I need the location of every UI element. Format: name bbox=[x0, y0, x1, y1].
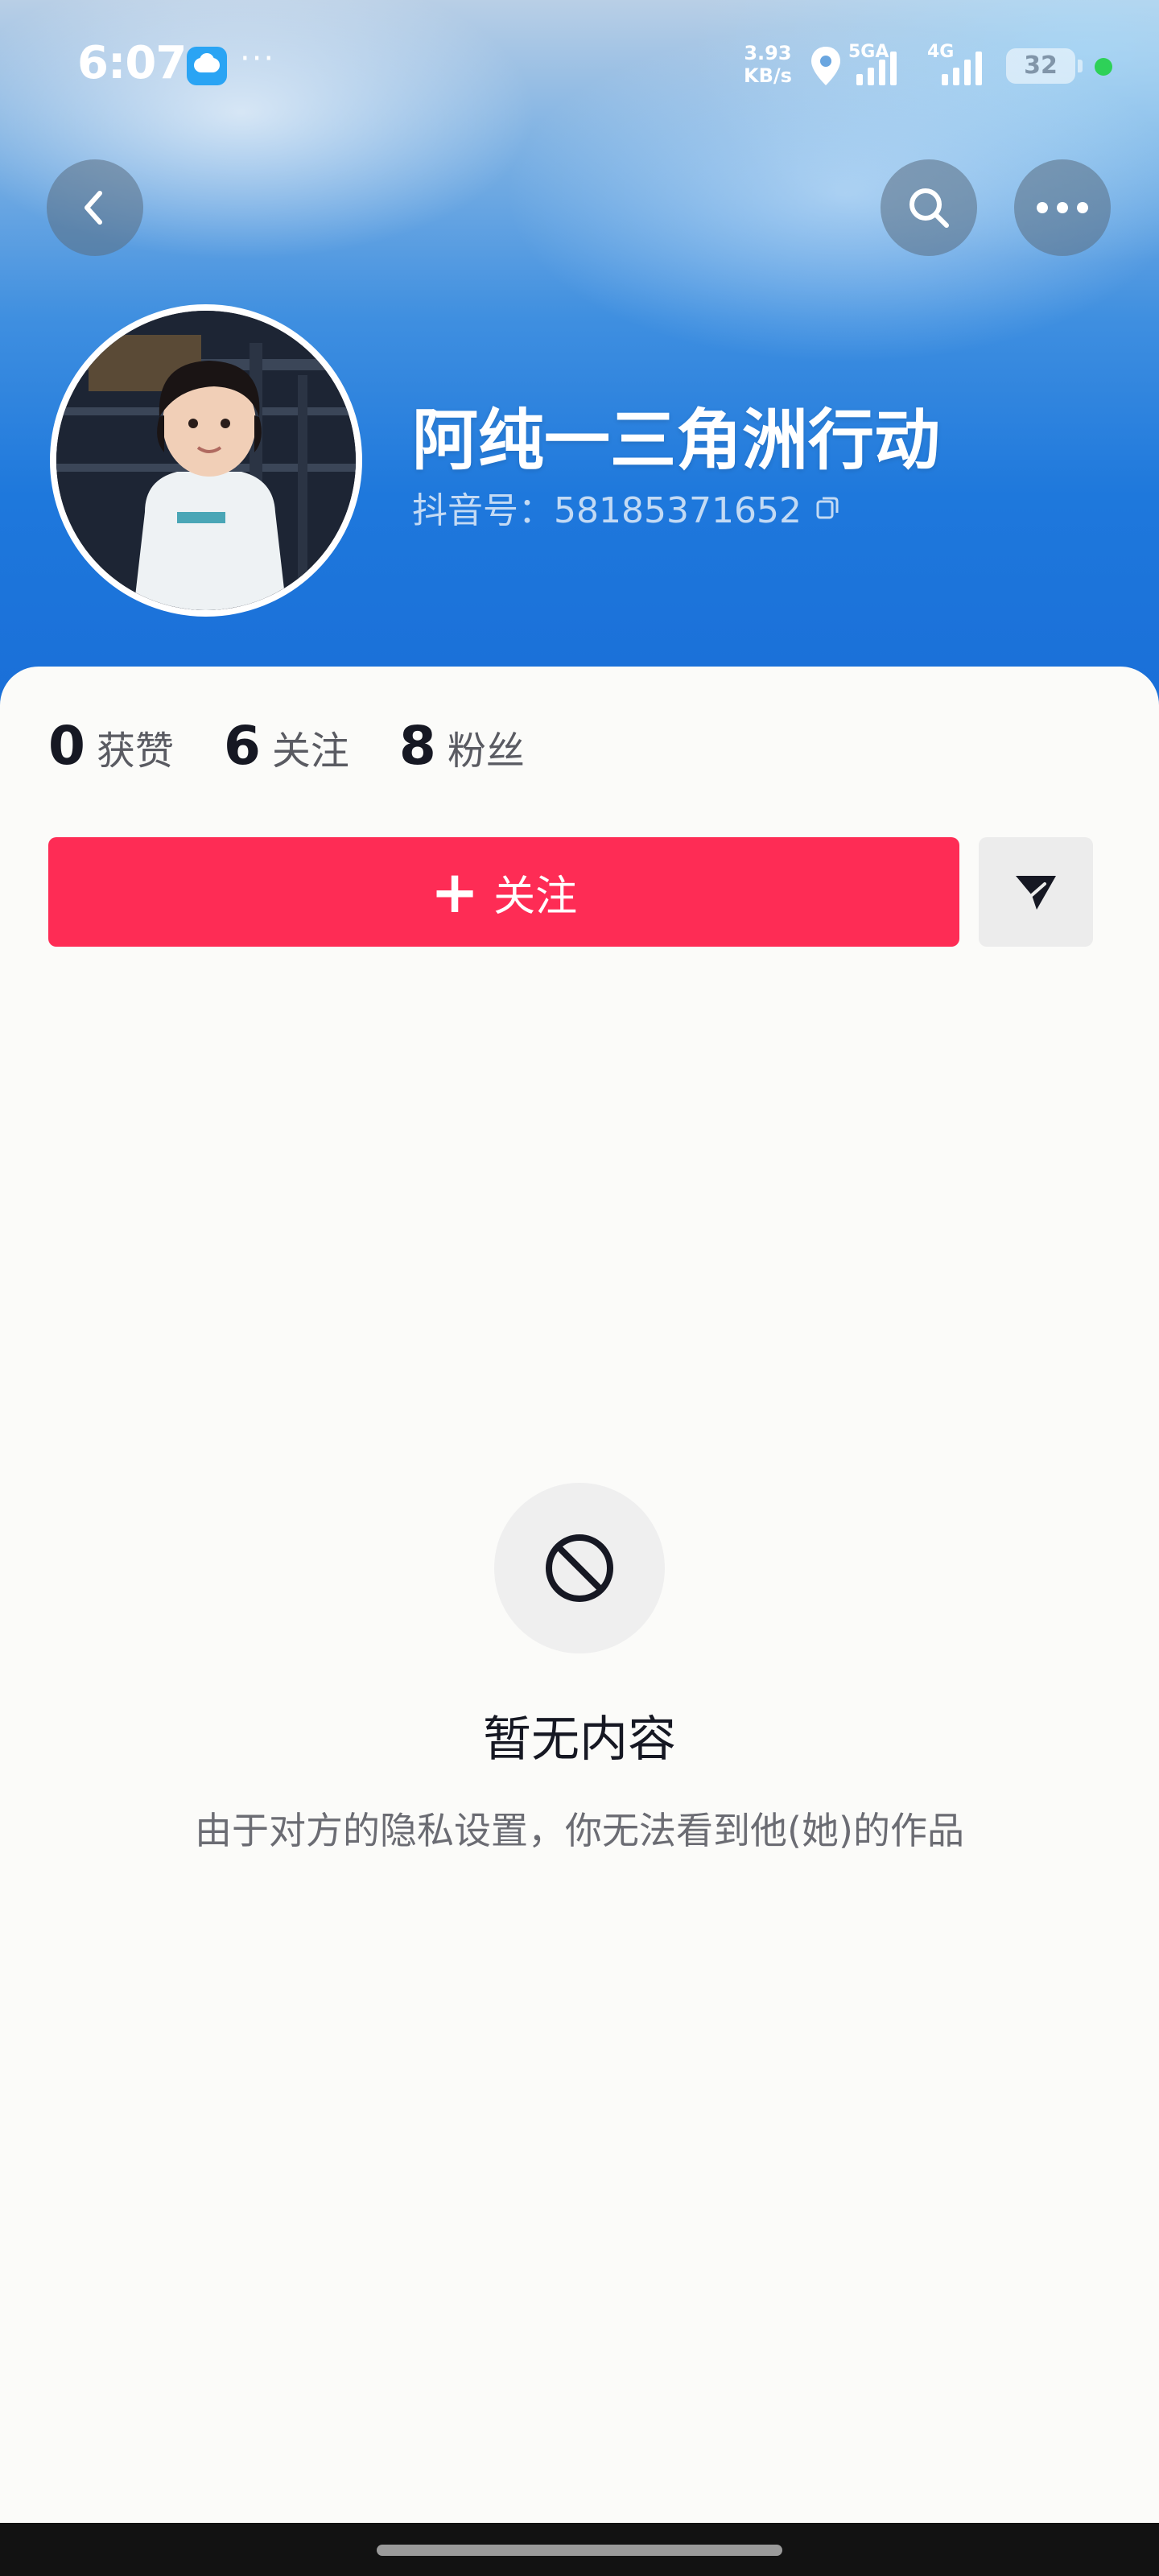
back-button[interactable] bbox=[47, 159, 143, 256]
network-speed-value: 3.93 bbox=[744, 42, 792, 64]
more-options-button[interactable] bbox=[1014, 159, 1111, 256]
network-speed-unit: KB/s bbox=[744, 64, 792, 87]
profile-username: 阿纯一三角洲行动 bbox=[412, 402, 941, 479]
empty-state-icon-wrapper bbox=[494, 1483, 665, 1653]
share-message-button[interactable] bbox=[979, 837, 1093, 947]
cloud-app-icon bbox=[187, 47, 227, 85]
stat-likes-value: 0 bbox=[48, 715, 85, 777]
status-time: 6:07 bbox=[77, 37, 187, 89]
home-indicator[interactable] bbox=[377, 2545, 782, 2556]
douyin-id-text: 抖音号：58185371652 bbox=[412, 490, 802, 531]
avatar[interactable] bbox=[50, 304, 362, 617]
send-icon bbox=[1016, 876, 1056, 910]
profile-stats: 0 获赞 6 关注 8 粉丝 bbox=[48, 715, 575, 777]
stat-following-label: 关注 bbox=[271, 729, 349, 774]
search-button[interactable] bbox=[881, 159, 977, 256]
stat-following-value: 6 bbox=[223, 715, 261, 777]
location-icon bbox=[811, 47, 840, 85]
search-icon bbox=[909, 188, 949, 228]
stat-following[interactable]: 6 关注 bbox=[224, 715, 349, 777]
follow-button-label: 关注 bbox=[493, 872, 578, 921]
chevron-left-icon bbox=[85, 191, 102, 225]
more-notifications-icon: ··· bbox=[240, 40, 276, 77]
status-bar: 6:07 ··· 3.93 KB/s 5GA 4G 32 bbox=[0, 0, 1159, 129]
empty-state-title: 暂无内容 bbox=[483, 1711, 676, 1768]
network-speed: 3.93 KB/s bbox=[744, 42, 792, 87]
stat-likes-label: 获赞 bbox=[96, 729, 174, 774]
more-horizontal-icon bbox=[1037, 202, 1088, 213]
profile-content-card: 0 获赞 6 关注 8 粉丝 + 关注 暂无内容 由于对方的隐私设置，你无法看到… bbox=[0, 667, 1159, 2523]
privacy-indicator-dot bbox=[1095, 58, 1112, 76]
plus-icon: + bbox=[430, 858, 480, 926]
stat-likes[interactable]: 0 获赞 bbox=[48, 715, 174, 777]
signal-strength-1-icon bbox=[856, 50, 897, 85]
stat-followers[interactable]: 8 粉丝 bbox=[399, 715, 525, 777]
profile-page: 6:07 ··· 3.93 KB/s 5GA 4G 32 阿纯一三角洲行动 抖音… bbox=[0, 0, 1159, 2576]
stat-followers-value: 8 bbox=[398, 715, 436, 777]
stat-followers-label: 粉丝 bbox=[447, 729, 525, 774]
signal-strength-2-icon bbox=[942, 50, 982, 85]
douyin-id-row[interactable]: 抖音号：58185371652 bbox=[412, 481, 843, 533]
copy-icon[interactable] bbox=[811, 491, 843, 523]
empty-state-description: 由于对方的隐私设置，你无法看到他(她)的作品 bbox=[195, 1809, 964, 1852]
avatar-photo bbox=[56, 311, 356, 610]
prohibited-icon bbox=[546, 1534, 613, 1602]
battery-indicator: 32 bbox=[1006, 48, 1083, 84]
follow-button[interactable]: + 关注 bbox=[48, 837, 959, 947]
